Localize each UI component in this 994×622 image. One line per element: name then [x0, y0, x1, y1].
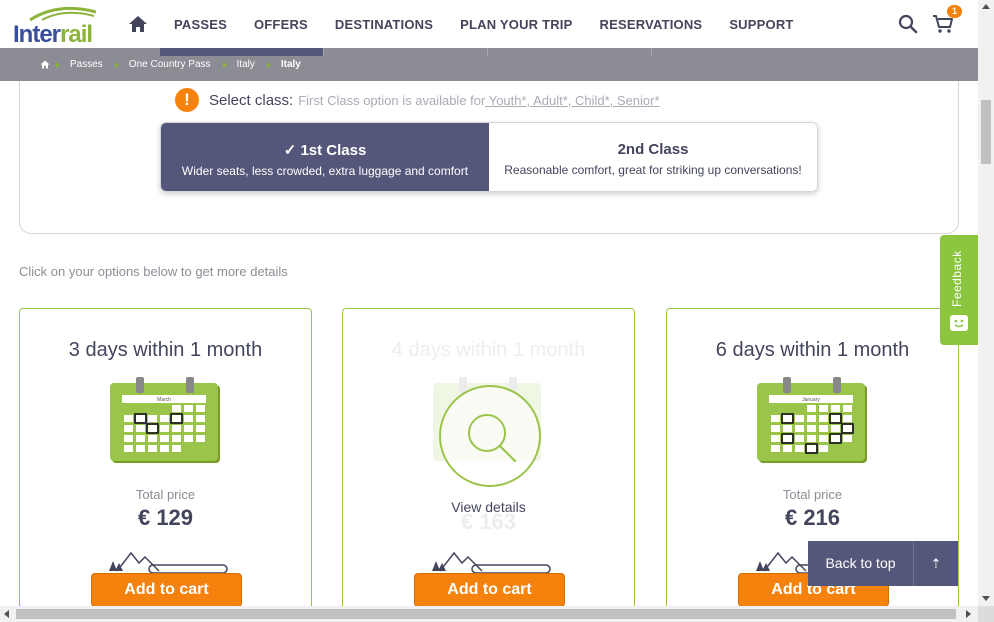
main-nav: PASSES OFFERS DESTINATIONS PLAN YOUR TRI… — [174, 0, 821, 48]
pass-card-title: 4 days within 1 month — [391, 339, 586, 361]
logo-arc-icon — [29, 6, 97, 22]
calendar-icon: March — [110, 377, 220, 463]
first-class-option[interactable]: ✓ 1st Class Wider seats, less crowded, e… — [161, 123, 489, 191]
back-to-top-label: Back to top — [825, 555, 896, 571]
breadcrumb-trail: Passes One Country Pass Italy Italy — [40, 59, 307, 70]
scroll-down-arrow-icon[interactable] — [982, 596, 990, 601]
tab-remnant[interactable] — [488, 48, 652, 56]
total-price-value: € 216 — [784, 505, 841, 530]
logo-wordmark: Interrail — [13, 21, 93, 48]
nav-reservations[interactable]: RESERVATIONS — [600, 17, 703, 32]
second-class-desc: Reasonable comfort, great for striking u… — [504, 163, 802, 177]
top-header: Interrail PASSES OFFERS DESTINATIONS PLA… — [0, 0, 978, 48]
horizontal-scroll-thumb[interactable] — [16, 609, 956, 619]
exclamation-icon: ! — [175, 88, 199, 112]
breadcrumb-separator — [266, 61, 271, 68]
scrollbar-corner — [978, 606, 994, 622]
pass-card-4-days[interactable]: 4 days within 1 month € 163 View details… — [342, 308, 635, 622]
feedback-tab[interactable]: Feedback — [940, 235, 978, 345]
horizontal-scrollbar[interactable] — [0, 606, 978, 622]
add-to-cart-button[interactable]: Add to cart — [91, 573, 242, 607]
breadcrumb-separator — [56, 61, 60, 68]
page: Interrail PASSES OFFERS DESTINATIONS PLA… — [0, 0, 994, 622]
tab-remnant-active[interactable] — [160, 48, 324, 56]
calendar-icon: January — [757, 377, 867, 463]
feedback-label: Feedback — [950, 250, 964, 307]
first-class-title: ✓ 1st Class — [283, 142, 367, 159]
options-hint: Click on your options below to get more … — [19, 264, 288, 279]
nav-destinations[interactable]: DESTINATIONS — [335, 17, 433, 32]
home-icon[interactable] — [128, 15, 148, 33]
scroll-up-arrow-icon[interactable] — [982, 4, 990, 9]
first-class-desc: Wider seats, less crowded, extra luggage… — [181, 164, 469, 178]
total-price-value: € 129 — [137, 505, 194, 530]
interrail-logo[interactable]: Interrail — [10, 6, 100, 48]
nav-passes[interactable]: PASSES — [174, 17, 227, 32]
breadcrumb-current: Italy — [280, 59, 301, 70]
total-price-label: Total price — [782, 487, 843, 502]
pass-card-title: 6 days within 1 month — [715, 339, 910, 361]
cart-count-badge: 1 — [947, 5, 962, 18]
select-class-row: ! Select class: First Class option is av… — [175, 88, 660, 112]
calendar-month-label: January — [802, 397, 820, 403]
breadcrumb: Passes One Country Pass Italy Italy — [0, 48, 978, 81]
smiley-icon — [950, 315, 968, 331]
eligible-passengers-link[interactable]: Youth*, Adult*, Child*, Senior* — [485, 93, 660, 108]
pass-card-title: 3 days within 1 month — [68, 339, 263, 361]
vertical-scrollbar[interactable] — [978, 0, 994, 606]
breadcrumb-italy[interactable]: Italy — [237, 59, 255, 70]
view-details-button[interactable] — [439, 385, 541, 487]
nav-support[interactable]: SUPPORT — [729, 17, 793, 32]
breadcrumb-home-icon[interactable] — [40, 60, 50, 69]
search-icon[interactable] — [898, 14, 918, 34]
vertical-scroll-thumb[interactable] — [981, 100, 991, 164]
nav-plan-your-trip[interactable]: PLAN YOUR TRIP — [460, 17, 572, 32]
breadcrumb-separator — [222, 61, 227, 68]
scroll-right-arrow-icon[interactable] — [966, 610, 971, 618]
select-class-label: Select class: — [209, 91, 294, 109]
class-toggle: ✓ 1st Class Wider seats, less crowded, e… — [160, 122, 818, 192]
breadcrumb-passes[interactable]: Passes — [70, 59, 103, 70]
scroll-left-arrow-icon[interactable] — [4, 610, 9, 618]
pass-card-3-days[interactable]: 3 days within 1 month March Total price … — [19, 308, 312, 622]
add-to-cart-button[interactable]: Add to cart — [414, 573, 565, 607]
tab-remnant[interactable] — [324, 48, 488, 56]
view-details-label[interactable]: View details — [343, 499, 634, 515]
calendar-month-label: March — [157, 397, 171, 403]
breadcrumb-separator — [114, 61, 119, 68]
magnifier-icon — [468, 414, 517, 463]
first-class-note: First Class option is available for Yout… — [298, 92, 660, 108]
breadcrumb-one-country-pass[interactable]: One Country Pass — [129, 59, 211, 70]
pass-type-tabs-remnant — [160, 48, 652, 56]
total-price-label: Total price — [135, 487, 196, 502]
nav-offers[interactable]: OFFERS — [254, 17, 308, 32]
second-class-option[interactable]: 2nd Class Reasonable comfort, great for … — [489, 123, 817, 191]
arrow-up-icon: ⇡ — [913, 541, 958, 586]
second-class-title: 2nd Class — [617, 141, 689, 158]
back-to-top-button[interactable]: Back to top ⇡ — [808, 541, 958, 586]
